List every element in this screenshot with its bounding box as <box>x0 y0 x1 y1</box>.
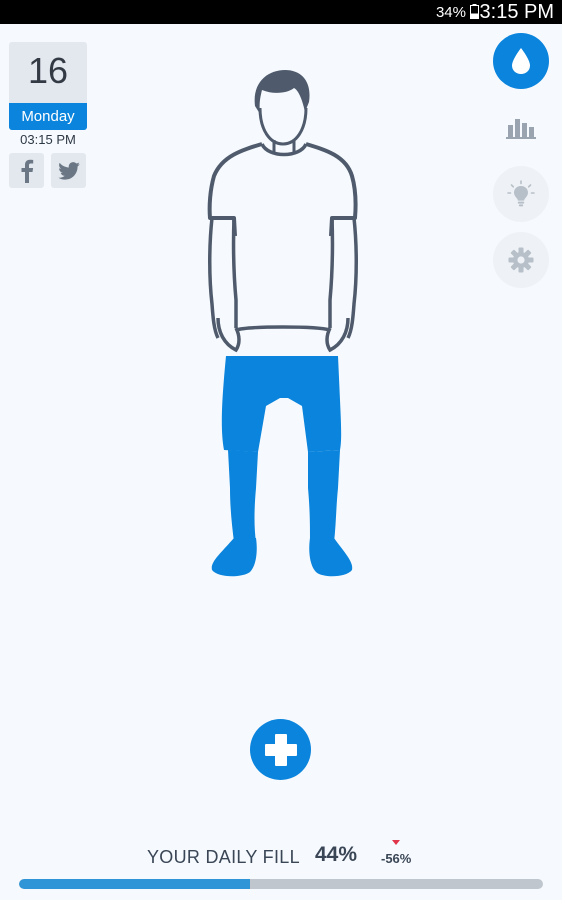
daily-fill-progress-bar <box>19 879 543 889</box>
twitter-share-button[interactable] <box>51 153 86 188</box>
figure-left-arm <box>208 217 238 339</box>
facebook-icon <box>21 159 33 183</box>
add-drink-button[interactable] <box>250 719 311 780</box>
daily-fill-value: 44% <box>315 843 358 866</box>
water-tab-button[interactable] <box>493 33 549 89</box>
settings-tab-button[interactable] <box>493 232 549 288</box>
battery-icon <box>470 4 479 19</box>
figure-right-foot <box>309 538 353 577</box>
person-silhouette <box>207 70 358 577</box>
date-card: 16 Monday <box>9 42 87 130</box>
figure-hair <box>254 70 310 114</box>
statistics-tab-button[interactable] <box>493 99 549 155</box>
figure-shorts <box>221 356 342 452</box>
lightbulb-icon <box>507 180 535 207</box>
figure-shirt-hem <box>235 325 331 332</box>
gear-icon <box>508 247 534 273</box>
plus-icon <box>264 733 297 766</box>
figure-face <box>258 107 308 146</box>
battery-percent: 34% <box>435 4 466 21</box>
delta-down-indicator <box>392 840 400 845</box>
daily-fill-progress-fill <box>19 879 250 889</box>
figure-right-arm <box>328 217 358 339</box>
twitter-icon <box>57 161 80 180</box>
figure-right-leg <box>308 450 340 542</box>
status-bar: 34% 3:15 PM <box>0 0 562 24</box>
bar-chart-icon <box>506 119 536 139</box>
facebook-share-button[interactable] <box>9 153 44 188</box>
daily-fill-label: YOUR DAILY FILL <box>147 847 300 867</box>
figure-left-leg <box>228 450 258 542</box>
figure-left-foot <box>211 538 257 577</box>
daily-fill-delta: -56% <box>381 851 412 866</box>
date-time: 03:15 PM <box>20 132 76 147</box>
figure-collar <box>260 143 308 157</box>
date-day: 16 <box>27 50 69 91</box>
water-drop-icon <box>512 48 530 74</box>
date-weekday: Monday <box>9 103 87 130</box>
tips-tab-button[interactable] <box>493 166 549 222</box>
status-clock: 3:15 PM <box>479 1 554 23</box>
